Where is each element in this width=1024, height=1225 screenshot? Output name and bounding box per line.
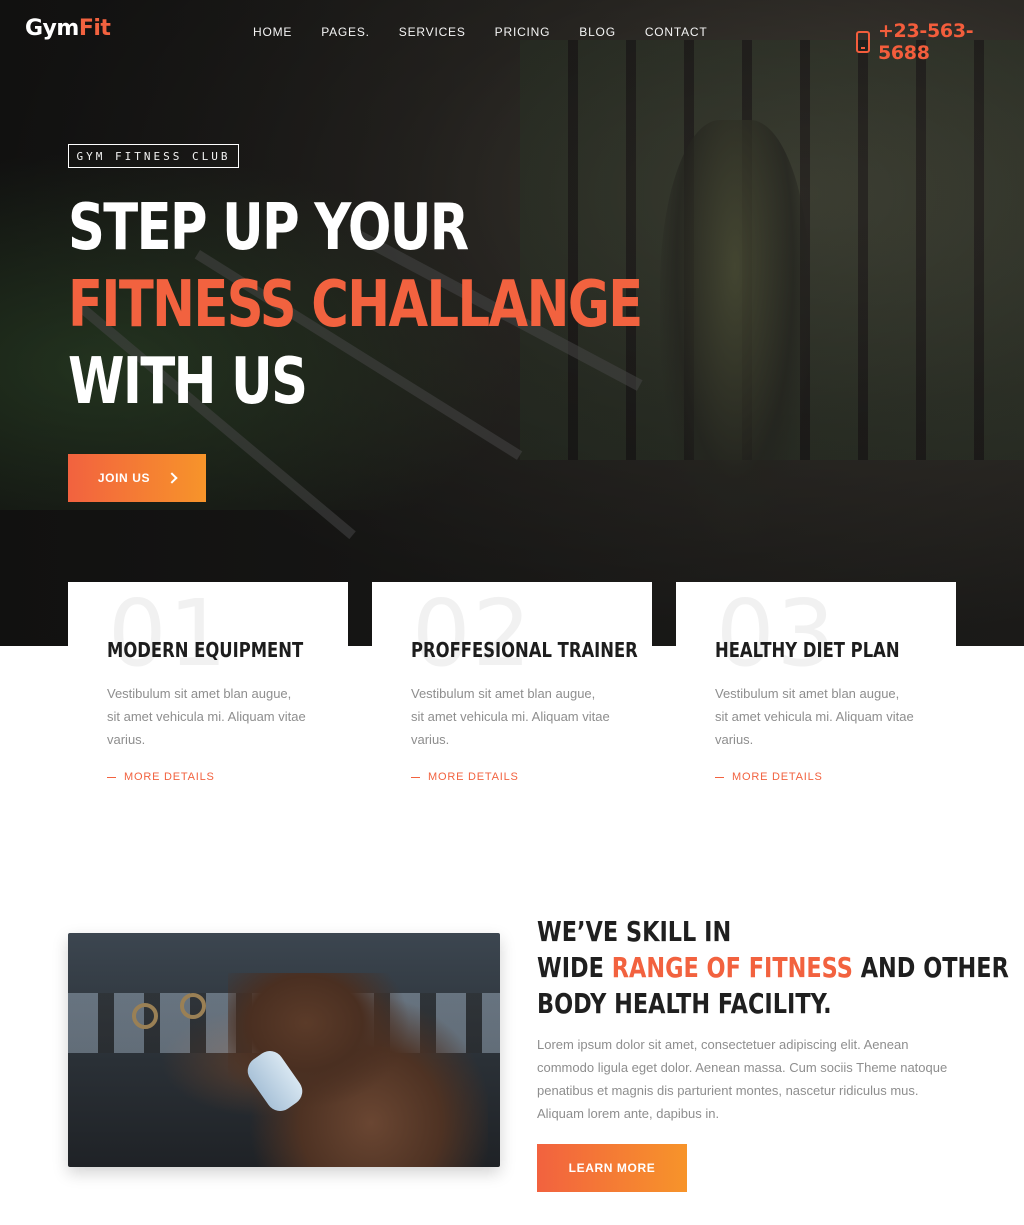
nav-home[interactable]: HOME — [253, 25, 292, 39]
join-us-button[interactable]: JOIN US — [68, 454, 206, 502]
nav-contact[interactable]: CONTACT — [645, 25, 708, 39]
feature-number: 01 — [108, 580, 230, 687]
learn-more-button[interactable]: LEARN MORE — [537, 1144, 687, 1192]
join-us-label: JOIN US — [97, 471, 151, 485]
feature-card: 03 HEALTHY DIET PLAN Vestibulum sit amet… — [676, 582, 956, 812]
hero-tag: GYM FITNESS CLUB — [68, 144, 239, 168]
dash-icon — [411, 776, 420, 778]
nav-pages[interactable]: PAGES. — [321, 25, 370, 39]
phone-contact[interactable]: +23-563-5688 — [856, 20, 1024, 64]
site-logo[interactable]: GymFit — [25, 16, 111, 41]
about-heading: WE’VE SKILL IN WIDE RANGE OF FITNESS AND… — [537, 914, 1009, 1022]
main-nav: HOME PAGES. SERVICES PRICING BLOG CONTAC… — [253, 25, 708, 39]
nav-blog[interactable]: BLOG — [579, 25, 616, 39]
more-details-label: MORE DETAILS — [732, 771, 823, 783]
hero-headline-line1: STEP UP YOUR — [68, 191, 469, 265]
feature-number: 02 — [412, 580, 534, 687]
feature-title: MODERN EQUIPMENT — [107, 638, 304, 662]
more-details-link[interactable]: MORE DETAILS — [715, 771, 823, 783]
more-details-label: MORE DETAILS — [428, 771, 519, 783]
more-details-label: MORE DETAILS — [124, 771, 215, 783]
hero-headline: STEP UP YOUR FITNESS CHALLANGE WITH US — [68, 190, 643, 421]
gym-ring — [180, 993, 206, 1019]
nav-pricing[interactable]: PRICING — [495, 25, 551, 39]
phone-icon — [856, 31, 870, 53]
feature-description: Vestibulum sit amet blan augue, sit amet… — [107, 686, 306, 747]
about-body: Lorem ipsum dolor sit amet, consectetuer… — [537, 1037, 948, 1121]
chevron-right-icon — [166, 471, 178, 484]
more-details-link[interactable]: MORE DETAILS — [411, 771, 519, 783]
feature-title: PROFFESIONAL TRAINER — [411, 638, 638, 662]
feature-description: Vestibulum sit amet blan augue, sit amet… — [715, 686, 914, 747]
athlete-photo — [68, 933, 500, 1167]
phone-number: +23-563-5688 — [877, 20, 974, 64]
about-heading-line3: BODY HEALTH FACILITY. — [537, 987, 832, 1020]
hero-headline-line2: FITNESS CHALLANGE — [68, 268, 643, 342]
feature-card: 01 MODERN EQUIPMENT Vestibulum sit amet … — [68, 582, 348, 812]
nav-services[interactable]: SERVICES — [399, 25, 466, 39]
feature-description: Vestibulum sit amet blan augue, sit amet… — [411, 686, 610, 747]
about-heading-line2: WIDE RANGE OF FITNESS AND OTHER — [537, 951, 1009, 984]
runner-figure — [660, 120, 810, 540]
hero-headline-line3: WITH US — [68, 345, 308, 419]
feature-card: 02 PROFFESIONAL TRAINER Vestibulum sit a… — [372, 582, 652, 812]
gym-ring — [132, 1003, 158, 1029]
feature-title: HEALTHY DIET PLAN — [715, 638, 900, 662]
about-heading-line1: WE’VE SKILL IN — [537, 915, 732, 948]
dash-icon — [715, 776, 724, 778]
feature-number: 03 — [716, 580, 838, 687]
dash-icon — [107, 776, 116, 778]
more-details-link[interactable]: MORE DETAILS — [107, 771, 215, 783]
